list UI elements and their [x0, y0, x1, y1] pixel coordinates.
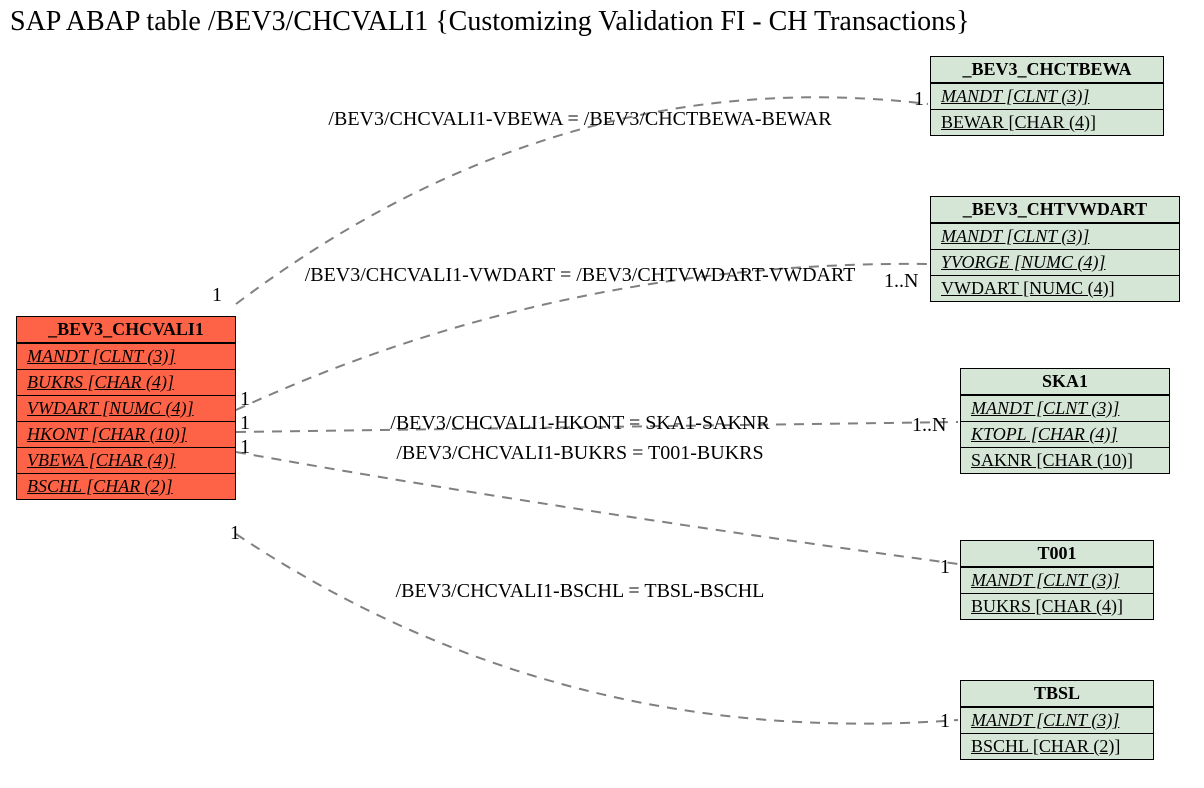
cardinality: 1: [230, 522, 240, 545]
entity-title: SKA1: [961, 369, 1169, 395]
edge-label: /BEV3/CHCVALI1-BSCHL = TBSL-BSCHL: [370, 580, 790, 603]
entity-title: _BEV3_CHCVALI1: [17, 317, 235, 343]
field: YVORGE [NUMC (4)]: [931, 249, 1179, 275]
field: MANDT [CLNT (3)]: [961, 567, 1153, 593]
field: MANDT [CLNT (3)]: [931, 83, 1163, 109]
edge-label: /BEV3/CHCVALI1-BUKRS = T001-BUKRS: [370, 442, 790, 465]
entity-tbsl: TBSL MANDT [CLNT (3)] BSCHL [CHAR (2)]: [960, 680, 1154, 760]
cardinality: 1..N: [912, 414, 946, 437]
field: BEWAR [CHAR (4)]: [931, 109, 1163, 135]
cardinality: 1: [212, 284, 222, 307]
field: KTOPL [CHAR (4)]: [961, 421, 1169, 447]
entity-bev3-chtvwdart: _BEV3_CHTVWDART MANDT [CLNT (3)] YVORGE …: [930, 196, 1180, 302]
field: VWDART [NUMC (4)]: [17, 395, 235, 421]
field: VWDART [NUMC (4)]: [931, 275, 1179, 301]
entity-ska1: SKA1 MANDT [CLNT (3)] KTOPL [CHAR (4)] S…: [960, 368, 1170, 474]
cardinality: 1: [240, 412, 250, 435]
field: MANDT [CLNT (3)]: [961, 395, 1169, 421]
field: SAKNR [CHAR (10)]: [961, 447, 1169, 473]
cardinality: 1: [914, 88, 924, 111]
entity-title: _BEV3_CHTVWDART: [931, 197, 1179, 223]
field: HKONT [CHAR (10)]: [17, 421, 235, 447]
cardinality: 1: [240, 388, 250, 411]
entity-title: TBSL: [961, 681, 1153, 707]
field: BSCHL [CHAR (2)]: [17, 473, 235, 499]
field: BUKRS [CHAR (4)]: [17, 369, 235, 395]
field: MANDT [CLNT (3)]: [961, 707, 1153, 733]
entity-bev3-chcvali1: _BEV3_CHCVALI1 MANDT [CLNT (3)] BUKRS [C…: [16, 316, 236, 500]
cardinality: 1: [240, 436, 250, 459]
field: MANDT [CLNT (3)]: [931, 223, 1179, 249]
entity-t001: T001 MANDT [CLNT (3)] BUKRS [CHAR (4)]: [960, 540, 1154, 620]
field: BSCHL [CHAR (2)]: [961, 733, 1153, 759]
field: MANDT [CLNT (3)]: [17, 343, 235, 369]
cardinality: 1: [940, 710, 950, 733]
cardinality: 1..N: [884, 270, 918, 293]
entity-title: _BEV3_CHCTBEWA: [931, 57, 1163, 83]
edge-label: /BEV3/CHCVALI1-VWDART = /BEV3/CHTVWDART-…: [280, 264, 880, 287]
field: BUKRS [CHAR (4)]: [961, 593, 1153, 619]
cardinality: 1: [940, 556, 950, 579]
field: VBEWA [CHAR (4)]: [17, 447, 235, 473]
entity-bev3-chctbewa: _BEV3_CHCTBEWA MANDT [CLNT (3)] BEWAR [C…: [930, 56, 1164, 136]
edge-label: /BEV3/CHCVALI1-VBEWA = /BEV3/CHCTBEWA-BE…: [300, 108, 860, 131]
edge-label: /BEV3/CHCVALI1-HKONT = SKA1-SAKNR: [370, 412, 790, 435]
entity-title: T001: [961, 541, 1153, 567]
